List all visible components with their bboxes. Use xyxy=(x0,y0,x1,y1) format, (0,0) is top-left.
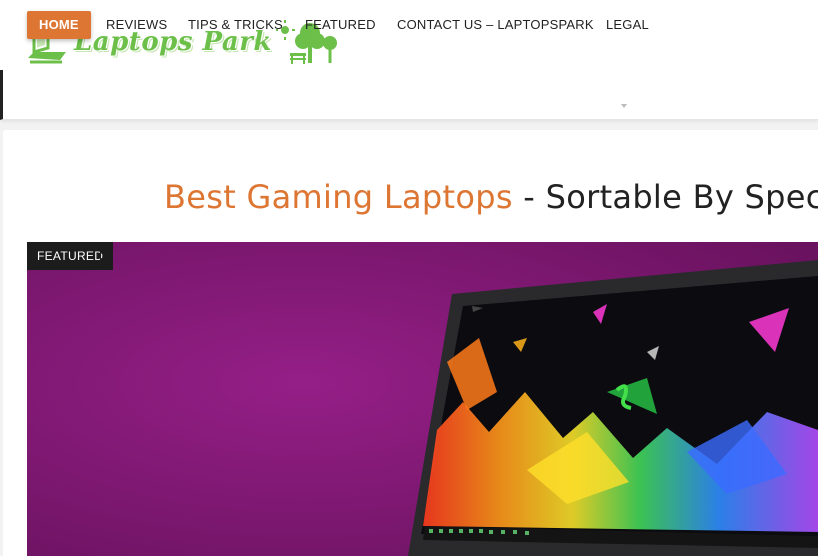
nav-legal[interactable]: LEGAL xyxy=(606,11,649,39)
laptop-image xyxy=(27,242,818,556)
chevron-down-icon xyxy=(621,104,627,108)
nav-reviews[interactable]: REVIEWS xyxy=(106,11,167,39)
nav-tips-and-tricks[interactable]: TIPS & TRICKS xyxy=(188,11,283,39)
badge-tip xyxy=(100,242,108,270)
nav-home[interactable]: HOME xyxy=(27,11,91,39)
page-title-rest: - Sortable By Specs, xyxy=(512,178,818,216)
featured-image[interactable] xyxy=(27,242,818,556)
nav-contact-us[interactable]: CONTACT US – LAPTOPSPARK xyxy=(397,11,594,39)
page-title[interactable]: Best Gaming Laptops - Sortable By Specs, xyxy=(164,178,818,216)
nav-featured[interactable]: FEATURED xyxy=(305,11,376,39)
main-navigation xyxy=(0,70,818,120)
page-title-highlight: Best Gaming Laptops xyxy=(164,178,513,216)
